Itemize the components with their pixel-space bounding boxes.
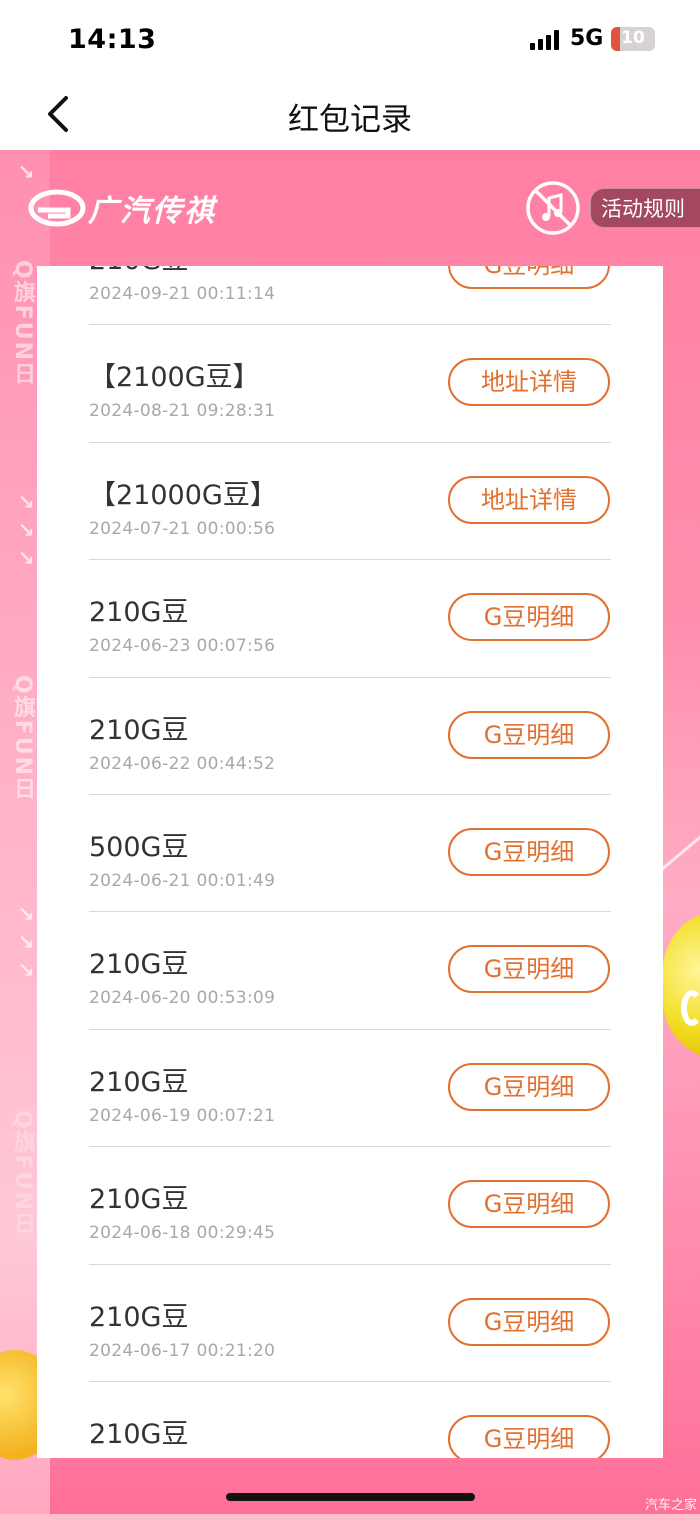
record-amount: 【21000G豆】 <box>89 479 277 511</box>
record-time: 2024-06-22 00:44:52 <box>89 753 276 774</box>
records-card: 210G豆 2024-09-21 00:11:14 G豆明细 【2100G豆】 … <box>37 266 663 1458</box>
record-time: 2024-09-21 00:11:14 <box>89 284 276 304</box>
record-action-button[interactable]: G豆明细 <box>448 1297 610 1346</box>
record-amount: 210G豆 <box>89 266 188 277</box>
record-action-button[interactable]: G豆明细 <box>448 266 610 289</box>
brand-name: 广汽传祺 <box>88 194 216 229</box>
record-action-button[interactable]: G豆明细 <box>448 710 610 759</box>
side-strip-text: Q旗FUN日 <box>10 675 35 802</box>
decorative-line <box>659 811 700 872</box>
record-action-button[interactable]: G豆明细 <box>448 1414 610 1458</box>
watermark: 汽车之家 <box>645 1498 698 1513</box>
record-time: 2024-06-20 00:53:09 <box>89 988 276 1009</box>
records-list: 210G豆 2024-09-21 00:11:14 G豆明细 【2100G豆】 … <box>37 266 663 1458</box>
record-action-button[interactable]: G豆明细 <box>448 1180 610 1229</box>
status-time: 14:13 <box>68 24 157 55</box>
record-action-button[interactable]: 地址详情 <box>448 358 610 407</box>
battery-level: 10 <box>621 28 645 48</box>
brand-logo: 广汽传祺 <box>28 188 216 229</box>
record-time: 2024-06-19 00:07:21 <box>89 1105 276 1126</box>
record-row: 210G豆 G豆明细 <box>37 1382 663 1458</box>
record-action-button[interactable]: G豆明细 <box>448 827 610 876</box>
record-amount: 210G豆 <box>89 949 189 981</box>
record-row: 210G豆 2024-06-19 00:07:21 G豆明细 <box>37 1030 663 1148</box>
music-toggle-button[interactable] <box>525 180 581 236</box>
record-amount: 210G豆 <box>89 597 189 629</box>
record-row: 【2100G豆】 2024-08-21 09:28:31 地址详情 <box>37 325 663 443</box>
record-time: 2024-06-17 00:21:20 <box>89 1340 276 1361</box>
signal-icon <box>530 28 562 50</box>
battery-icon: 10 <box>611 27 655 51</box>
record-amount: 【2100G豆】 <box>89 362 260 394</box>
record-action-button[interactable]: 地址详情 <box>448 475 610 524</box>
record-amount: 210G豆 <box>89 1301 189 1333</box>
record-row: 210G豆 2024-06-23 00:07:56 G豆明细 <box>37 560 663 678</box>
music-off-icon <box>526 181 580 235</box>
nav-bar: 红包记录 <box>0 80 700 150</box>
record-amount: 210G豆 <box>89 1418 189 1450</box>
record-time: 2024-06-21 00:01:49 <box>89 870 276 891</box>
record-row: 210G豆 2024-06-18 00:29:45 G豆明细 <box>37 1147 663 1265</box>
record-row: 210G豆 2024-06-20 00:53:09 G豆明细 <box>37 912 663 1030</box>
side-strip-text: Q旗FUN日 <box>10 1110 35 1237</box>
arrow-deco-icon: ↘ ↘ ↘ <box>17 490 35 570</box>
record-row: 【21000G豆】 2024-07-21 00:00:56 地址详情 <box>37 443 663 561</box>
record-time: 2024-07-21 00:00:56 <box>89 518 276 539</box>
record-row: 500G豆 2024-06-21 00:01:49 G豆明细 <box>37 795 663 913</box>
record-time: 2024-06-23 00:07:56 <box>89 636 276 657</box>
home-indicator <box>226 1493 475 1501</box>
gac-logo-icon <box>28 189 86 227</box>
record-action-button[interactable]: G豆明细 <box>448 593 610 642</box>
arrow-deco-icon: ↘ <box>17 160 35 184</box>
status-bar: 14:13 5G 10 <box>0 0 700 80</box>
record-action-button[interactable]: G豆明细 <box>448 945 610 994</box>
record-action-button[interactable]: G豆明细 <box>448 1062 610 1111</box>
record-time: 2024-06-18 00:29:45 <box>89 1223 276 1244</box>
record-row: 210G豆 2024-09-21 00:11:14 G豆明细 <box>37 266 663 326</box>
network-label: 5G <box>570 26 604 51</box>
record-amount: 210G豆 <box>89 1066 189 1098</box>
record-row: 210G豆 2024-06-17 00:21:20 G豆明细 <box>37 1265 663 1382</box>
record-time: 2024-08-21 09:28:31 <box>89 401 276 422</box>
record-amount: 210G豆 <box>89 714 189 746</box>
record-amount: 500G豆 <box>89 831 189 863</box>
activity-rules-button[interactable]: 活动规则 <box>590 188 700 228</box>
activity-background: ↘ Q旗FUN日 ↘ ↘ ↘ Q旗FUN日 ↘ ↘ ↘ Q旗FUN日 广汽传祺 活动规则… <box>0 150 700 1514</box>
arrow-deco-icon: ↘ ↘ ↘ <box>17 902 35 982</box>
decorative-ball <box>663 910 700 1060</box>
record-amount: 210G豆 <box>89 1184 189 1216</box>
page-title: 红包记录 <box>288 102 412 138</box>
record-row: 210G豆 2024-06-22 00:44:52 G豆明细 <box>37 678 663 795</box>
side-strip-text: Q旗FUN日 <box>10 260 35 387</box>
